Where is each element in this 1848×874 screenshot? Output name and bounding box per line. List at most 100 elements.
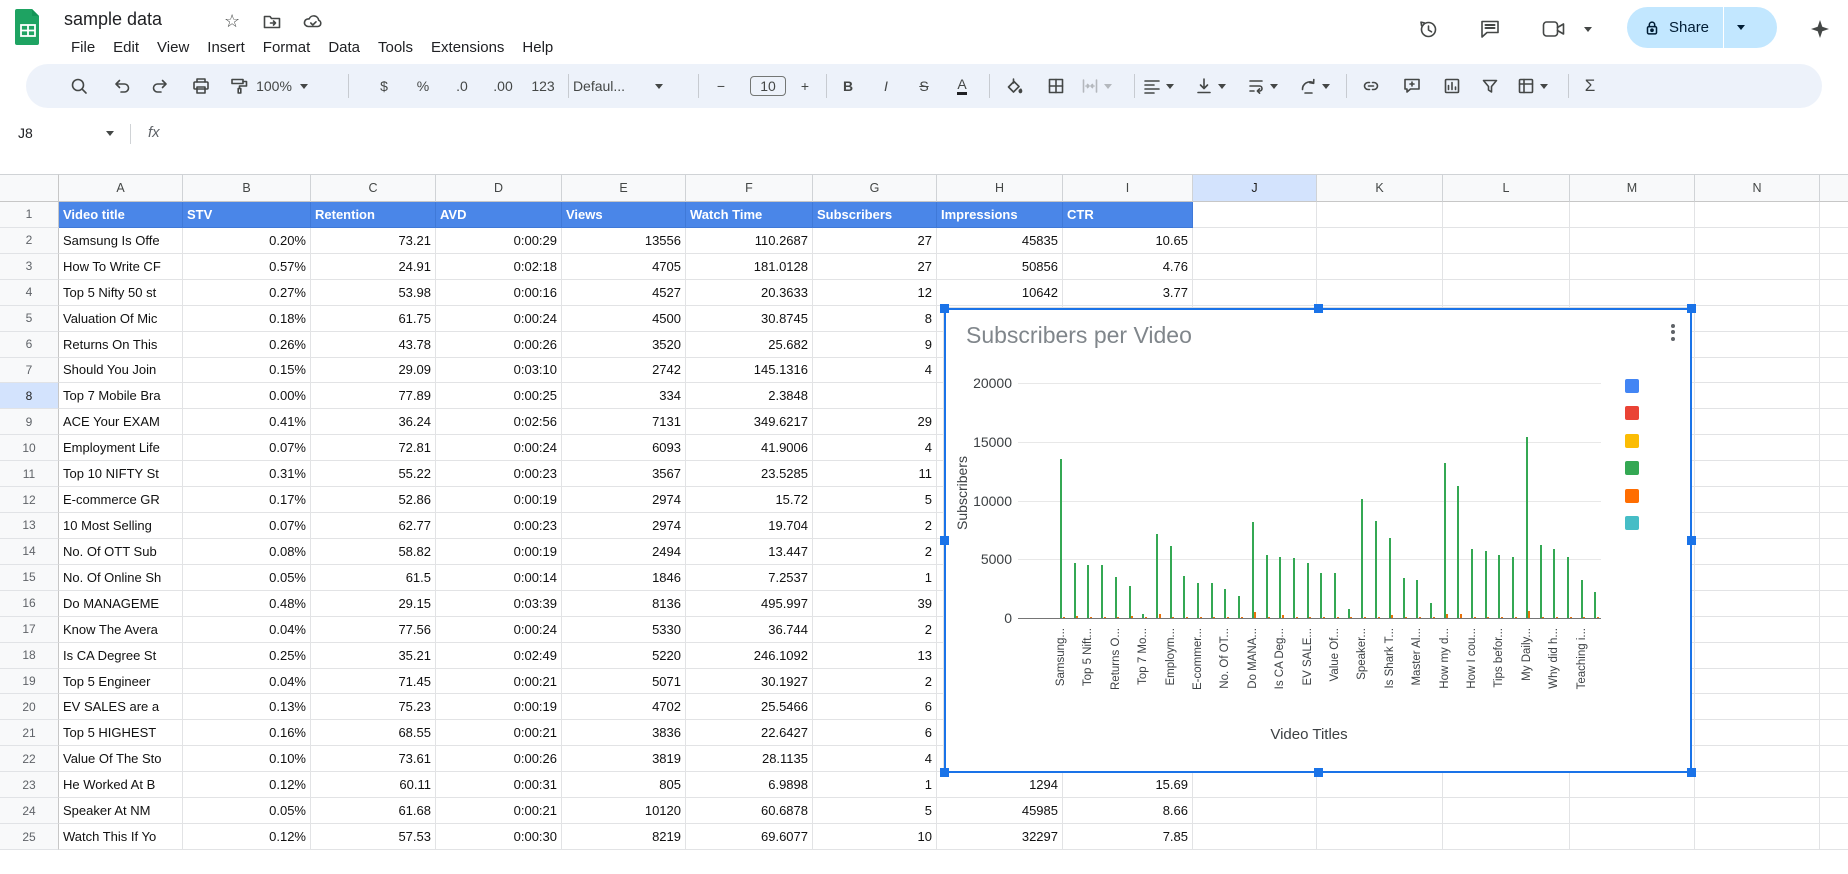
cell[interactable]: 3819: [562, 746, 686, 772]
cell[interactable]: 6: [813, 694, 937, 720]
cell[interactable]: 4702: [562, 694, 686, 720]
cell[interactable]: [1570, 202, 1695, 228]
cell[interactable]: 30.8745: [686, 306, 813, 332]
cell[interactable]: [1695, 617, 1820, 643]
print-icon[interactable]: [183, 64, 219, 108]
cell[interactable]: 6.9898: [686, 772, 813, 798]
version-history-icon[interactable]: [1416, 17, 1440, 41]
chart-bar-watch-time[interactable]: [1254, 612, 1256, 618]
cell[interactable]: EV SALES are a: [59, 694, 183, 720]
cell[interactable]: Should You Join: [59, 358, 183, 384]
cell[interactable]: [1695, 461, 1820, 487]
cell[interactable]: 73.61: [311, 746, 436, 772]
chart-bar-views[interactable]: [1307, 563, 1309, 618]
row-header-11[interactable]: 11: [0, 461, 59, 487]
chart-bar-watch-time[interactable]: [1350, 617, 1352, 619]
cell[interactable]: 0.57%: [183, 254, 311, 280]
chart-bar-watch-time[interactable]: [1282, 615, 1284, 618]
chart-bar-watch-time[interactable]: [1405, 617, 1407, 619]
cell[interactable]: [1695, 383, 1820, 409]
chart-bar-views[interactable]: [1252, 522, 1254, 618]
increase-font-size-button[interactable]: +: [787, 64, 823, 108]
chart-bar-views[interactable]: [1156, 534, 1158, 618]
chart-bar-views[interactable]: [1183, 576, 1185, 618]
chart-bar-watch-time[interactable]: [1474, 617, 1476, 619]
chart-bar-watch-time[interactable]: [1337, 617, 1339, 619]
cell[interactable]: 0:00:19: [436, 487, 562, 513]
chart-bar-watch-time[interactable]: [1323, 617, 1325, 619]
legend-swatch[interactable]: [1625, 516, 1639, 530]
cell[interactable]: [1570, 824, 1695, 850]
chart-resize-handle[interactable]: [1314, 768, 1323, 777]
cell[interactable]: 0:00:21: [436, 798, 562, 824]
row-header-21[interactable]: 21: [0, 720, 59, 746]
chart-bar-watch-time[interactable]: [1063, 617, 1065, 619]
chart-bar-watch-time[interactable]: [1117, 617, 1119, 619]
chart-bar-watch-time[interactable]: [1241, 617, 1243, 619]
cell[interactable]: Value Of The Sto: [59, 746, 183, 772]
cell[interactable]: 13556: [562, 228, 686, 254]
decrease-font-size-button[interactable]: −: [703, 64, 739, 108]
chart-bar-views[interactable]: [1416, 580, 1418, 618]
chart-resize-handle[interactable]: [1314, 304, 1323, 313]
cell[interactable]: 9: [813, 332, 937, 358]
cell[interactable]: 0.18%: [183, 306, 311, 332]
cell[interactable]: Views: [562, 202, 686, 228]
column-header-G[interactable]: G: [813, 174, 937, 202]
cell[interactable]: 5: [813, 487, 937, 513]
chart-bar-watch-time[interactable]: [1131, 616, 1133, 618]
fill-color-icon[interactable]: [996, 64, 1032, 108]
column-header-D[interactable]: D: [436, 174, 562, 202]
cell[interactable]: STV: [183, 202, 311, 228]
cell[interactable]: 145.1316: [686, 358, 813, 384]
cell[interactable]: 32297: [937, 824, 1063, 850]
cell[interactable]: 0.31%: [183, 461, 311, 487]
cell[interactable]: [1193, 228, 1317, 254]
cell[interactable]: 0.05%: [183, 565, 311, 591]
cell[interactable]: 4.76: [1063, 254, 1193, 280]
cell[interactable]: Top 5 HIGHEST: [59, 720, 183, 746]
insert-link-icon[interactable]: [1353, 64, 1389, 108]
row-header-3[interactable]: 3: [0, 254, 59, 280]
row-header-19[interactable]: 19: [0, 669, 59, 695]
cell[interactable]: 0:00:29: [436, 228, 562, 254]
share-button[interactable]: Share: [1627, 7, 1777, 48]
cell[interactable]: 110.2687: [686, 228, 813, 254]
create-filter-icon[interactable]: [1472, 64, 1508, 108]
cell[interactable]: 0.12%: [183, 772, 311, 798]
cell[interactable]: How To Write CF: [59, 254, 183, 280]
cell[interactable]: [1695, 228, 1820, 254]
cell[interactable]: 6: [813, 720, 937, 746]
cell[interactable]: 61.5: [311, 565, 436, 591]
text-rotation-icon[interactable]: [1296, 64, 1332, 108]
cell[interactable]: Watch Time: [686, 202, 813, 228]
cell[interactable]: [1443, 228, 1570, 254]
menu-item-edit[interactable]: Edit: [104, 37, 148, 58]
chart-bar-views[interactable]: [1279, 557, 1281, 618]
gemini-sparkle-icon[interactable]: [1808, 17, 1832, 41]
cell[interactable]: 0.25%: [183, 643, 311, 669]
chart-bar-views[interactable]: [1320, 573, 1322, 618]
cell[interactable]: 0.27%: [183, 280, 311, 306]
chart-bar-watch-time[interactable]: [1515, 617, 1517, 619]
cell[interactable]: 0.20%: [183, 228, 311, 254]
chart-bar-views[interactable]: [1238, 596, 1240, 618]
search-icon[interactable]: [61, 64, 97, 108]
cell[interactable]: [1695, 565, 1820, 591]
cell[interactable]: 0.05%: [183, 798, 311, 824]
cell[interactable]: 0:00:21: [436, 669, 562, 695]
menu-item-help[interactable]: Help: [513, 37, 562, 58]
sheets-logo-icon[interactable]: [14, 8, 42, 46]
undo-icon[interactable]: [104, 64, 140, 108]
cell[interactable]: 0:03:10: [436, 358, 562, 384]
cell[interactable]: [1443, 254, 1570, 280]
cell[interactable]: 10 Most Selling: [59, 513, 183, 539]
chart-bar-watch-time[interactable]: [1104, 617, 1106, 619]
vertical-align-icon[interactable]: [1192, 64, 1228, 108]
chart-bar-views[interactable]: [1471, 549, 1473, 618]
cell[interactable]: [1695, 202, 1820, 228]
chart-bar-views[interactable]: [1594, 592, 1596, 618]
cell[interactable]: [1695, 409, 1820, 435]
cell[interactable]: 5071: [562, 669, 686, 695]
cell[interactable]: 805: [562, 772, 686, 798]
